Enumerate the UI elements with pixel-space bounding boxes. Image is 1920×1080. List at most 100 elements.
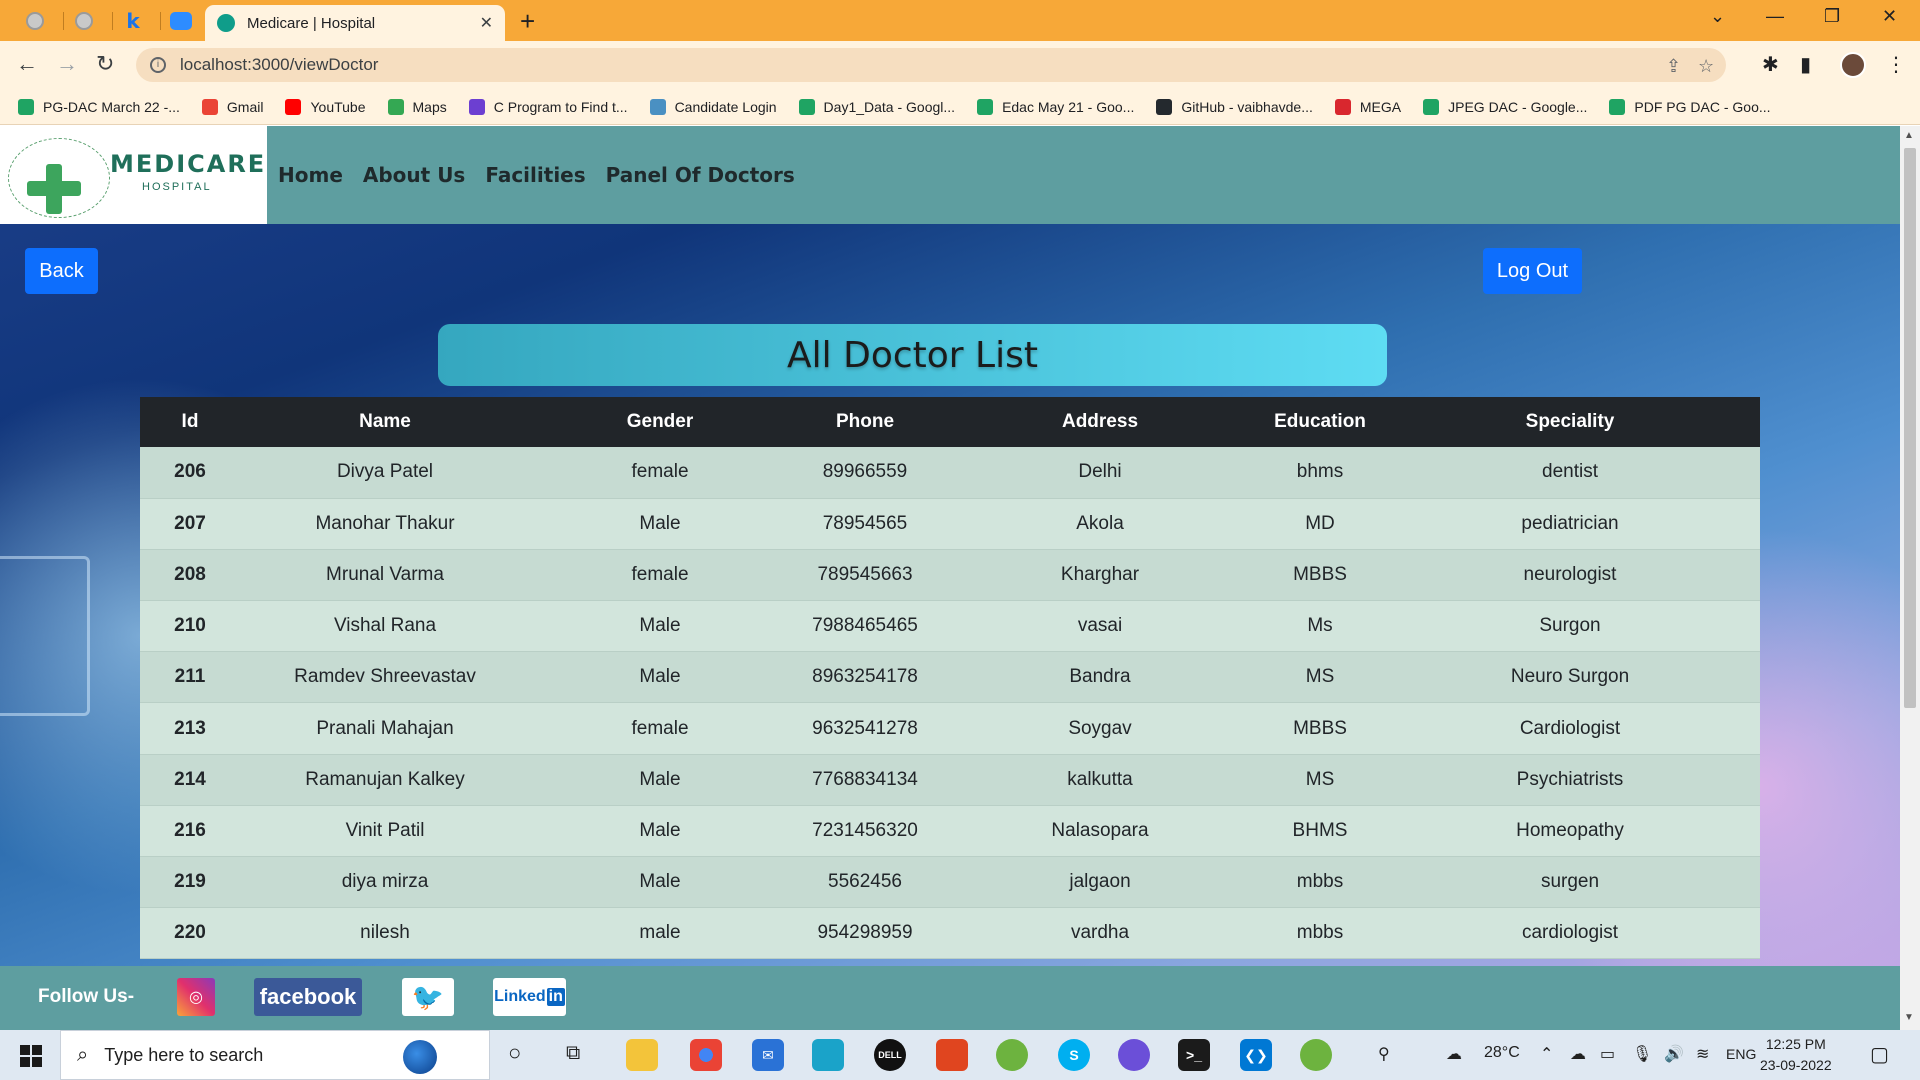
logout-button[interactable]: Log Out bbox=[1483, 248, 1582, 294]
column-header[interactable]: Id bbox=[140, 397, 240, 447]
vscode-icon[interactable]: ❮❯ bbox=[1240, 1039, 1272, 1071]
taskbar-clock[interactable]: 12:25 PM 23-09-2022 bbox=[1760, 1034, 1832, 1076]
microphone-icon[interactable]: 🎙 bbox=[1632, 1044, 1652, 1064]
bookmark-item[interactable]: PG-DAC March 22 -... bbox=[18, 98, 180, 115]
cortana-icon[interactable]: ○ bbox=[508, 1040, 521, 1066]
bookmark-item[interactable]: JPEG DAC - Google... bbox=[1423, 98, 1587, 115]
people-icon[interactable]: ⚲ bbox=[1378, 1044, 1390, 1064]
site-info-icon[interactable]: i bbox=[150, 57, 166, 73]
page-scrollbar[interactable]: ▲ ▼ bbox=[1900, 126, 1920, 1030]
pinned-tab-2[interactable] bbox=[64, 7, 104, 35]
table-row[interactable]: 211 Ramdev Shreevastav Male 8963254178 Bandr… bbox=[140, 651, 1760, 703]
table-row[interactable]: 213 Pranali Mahajan female 9632541278 Soygav… bbox=[140, 702, 1760, 755]
scroll-up-arrow-icon[interactable]: ▲ bbox=[1904, 130, 1914, 141]
omnibox[interactable]: i localhost:3000/viewDoctor ⇪ ☆ bbox=[136, 48, 1726, 82]
profile-avatar[interactable] bbox=[1840, 52, 1866, 78]
edge-icon[interactable] bbox=[812, 1039, 844, 1071]
bookmark-item[interactable]: GitHub - vaibhavde... bbox=[1156, 98, 1313, 115]
column-header[interactable]: Speciality bbox=[1380, 397, 1760, 447]
facebook-icon[interactable]: facebook bbox=[254, 978, 362, 1016]
instagram-icon[interactable]: ◎ bbox=[177, 978, 215, 1016]
bookmark-item[interactable]: C Program to Find t... bbox=[468, 98, 628, 115]
doctor-table-container[interactable]: Id Name Gender Phone Address Education Special… bbox=[140, 397, 1760, 1030]
language-indicator[interactable]: ENG bbox=[1726, 1046, 1756, 1062]
new-tab-icon[interactable]: + bbox=[520, 6, 535, 37]
twitter-icon[interactable]: 🐦 bbox=[402, 978, 454, 1016]
close-tab-icon[interactable]: ✕ bbox=[480, 13, 493, 33]
task-view-icon[interactable]: ⧉ bbox=[566, 1042, 580, 1065]
weather-temp[interactable]: 28°C bbox=[1484, 1044, 1520, 1062]
column-header[interactable]: Address bbox=[940, 397, 1260, 447]
menu-kebab-icon[interactable]: ⋮ bbox=[1886, 52, 1906, 77]
nav-home[interactable]: Home bbox=[278, 163, 343, 187]
back-arrow-icon[interactable]: ← bbox=[16, 51, 38, 77]
table-row[interactable]: 210 Vishal Rana Male 7988465465 vasai Ms Surgo… bbox=[140, 600, 1760, 652]
table-row[interactable]: 219 diya mirza Male 5562456 jalgaon mbbs surge… bbox=[140, 856, 1760, 908]
column-header[interactable]: Name bbox=[240, 397, 530, 447]
side-panel-icon[interactable]: ▮ bbox=[1800, 52, 1811, 77]
windows-start-icon[interactable] bbox=[20, 1045, 42, 1067]
share-icon[interactable]: ⇪ bbox=[1666, 56, 1681, 77]
reload-icon[interactable]: ↻ bbox=[96, 51, 114, 77]
column-header[interactable]: Gender bbox=[530, 397, 790, 447]
nav-panel-of-doctors[interactable]: Panel Of Doctors bbox=[606, 163, 795, 187]
skype-icon[interactable]: S bbox=[1058, 1039, 1090, 1071]
table-cell: bhms bbox=[1296, 461, 1344, 483]
onedrive-icon[interactable]: ☁ bbox=[1570, 1044, 1586, 1064]
mail-icon[interactable]: ✉ bbox=[752, 1039, 784, 1071]
table-row[interactable]: 216 Vinit Patil Male 7231456320 Nalasopara BH… bbox=[140, 805, 1760, 857]
bookmark-item[interactable]: YouTube bbox=[285, 98, 366, 115]
minimize-icon[interactable]: — bbox=[1766, 6, 1784, 27]
spring-tool-icon[interactable] bbox=[1300, 1039, 1332, 1071]
extensions-icon[interactable]: ✱ bbox=[1762, 52, 1779, 77]
restore-icon[interactable]: ❐ bbox=[1824, 6, 1840, 27]
back-button[interactable]: Back bbox=[25, 248, 98, 294]
weather-icon[interactable]: ☁ bbox=[1446, 1044, 1462, 1064]
active-tab[interactable]: Medicare | Hospital ✕ bbox=[205, 5, 505, 41]
scrollbar-thumb[interactable] bbox=[1904, 148, 1916, 708]
page-title: All Doctor List bbox=[787, 334, 1038, 376]
taskbar-search-box[interactable]: ⌕ Type here to search bbox=[60, 1030, 490, 1080]
nav-about-us[interactable]: About Us bbox=[363, 163, 465, 187]
spring-tool-icon[interactable] bbox=[996, 1039, 1028, 1071]
table-row[interactable]: 214 Ramanujan Kalkey Male 7768834134 kalkutt… bbox=[140, 754, 1760, 806]
hospital-logo[interactable]: MEDICARE HOSPITAL bbox=[0, 126, 267, 224]
column-header[interactable]: Education bbox=[1260, 397, 1380, 447]
table-row[interactable]: 208 Mrunal Varma female 789545663 Kharghar MB… bbox=[140, 549, 1760, 601]
bookmark-item[interactable]: PDF PG DAC - Goo... bbox=[1609, 98, 1771, 115]
tray-chevron-icon[interactable]: ⌃ bbox=[1540, 1044, 1553, 1064]
bookmark-item[interactable]: Day1_Data - Googl... bbox=[798, 98, 955, 115]
linkedin-icon[interactable]: Linked in bbox=[493, 978, 566, 1016]
nav-facilities[interactable]: Facilities bbox=[485, 163, 585, 187]
table-row[interactable]: 207 Manohar Thakur Male 78954565 Akola MD pedi… bbox=[140, 498, 1760, 550]
terminal-icon[interactable]: >_ bbox=[1178, 1039, 1210, 1071]
volume-icon[interactable]: 🔊 bbox=[1664, 1044, 1684, 1064]
battery-icon[interactable]: ▭ bbox=[1600, 1044, 1615, 1064]
notification-icon[interactable]: ▢ bbox=[1870, 1042, 1889, 1067]
site-footer: Follow Us- ◎ facebook 🐦 Linked in bbox=[0, 966, 1900, 1030]
dell-icon[interactable]: DELL bbox=[874, 1039, 906, 1071]
office-icon[interactable] bbox=[936, 1039, 968, 1071]
close-window-icon[interactable]: ✕ bbox=[1882, 6, 1897, 27]
scroll-down-arrow-icon[interactable]: ▼ bbox=[1904, 1012, 1914, 1023]
bookmark-star-icon[interactable]: ☆ bbox=[1698, 56, 1714, 77]
forward-arrow-icon[interactable]: → bbox=[56, 51, 78, 77]
bookmark-item[interactable]: Edac May 21 - Goo... bbox=[977, 98, 1134, 115]
table-row[interactable]: 206 Divya Patel female 89966559 Delhi bhms den… bbox=[140, 447, 1760, 499]
bookmark-item[interactable]: Gmail bbox=[201, 98, 263, 115]
wifi-icon[interactable]: ≋ bbox=[1696, 1044, 1709, 1064]
chrome-icon[interactable] bbox=[690, 1039, 722, 1071]
table-row[interactable]: 220 nilesh male 954298959 vardha mbbs cardiolo… bbox=[140, 907, 1760, 959]
table-cell: MS bbox=[1305, 768, 1335, 790]
bookmark-item[interactable]: Candidate Login bbox=[649, 98, 777, 115]
bookmark-item[interactable]: Maps bbox=[387, 98, 447, 115]
pinned-tab-4[interactable] bbox=[161, 7, 201, 35]
column-header[interactable]: Phone bbox=[790, 397, 940, 447]
pinned-tab-3[interactable]: k bbox=[113, 7, 153, 35]
chrome-profile-icon[interactable] bbox=[1118, 1039, 1150, 1071]
tab-search-chevron-icon[interactable]: ⌄ bbox=[1710, 6, 1725, 27]
table-cell: Male bbox=[639, 512, 681, 534]
bookmark-item[interactable]: MEGA bbox=[1334, 98, 1401, 115]
pinned-tab-1[interactable] bbox=[15, 7, 55, 35]
file-explorer-icon[interactable] bbox=[626, 1039, 658, 1071]
